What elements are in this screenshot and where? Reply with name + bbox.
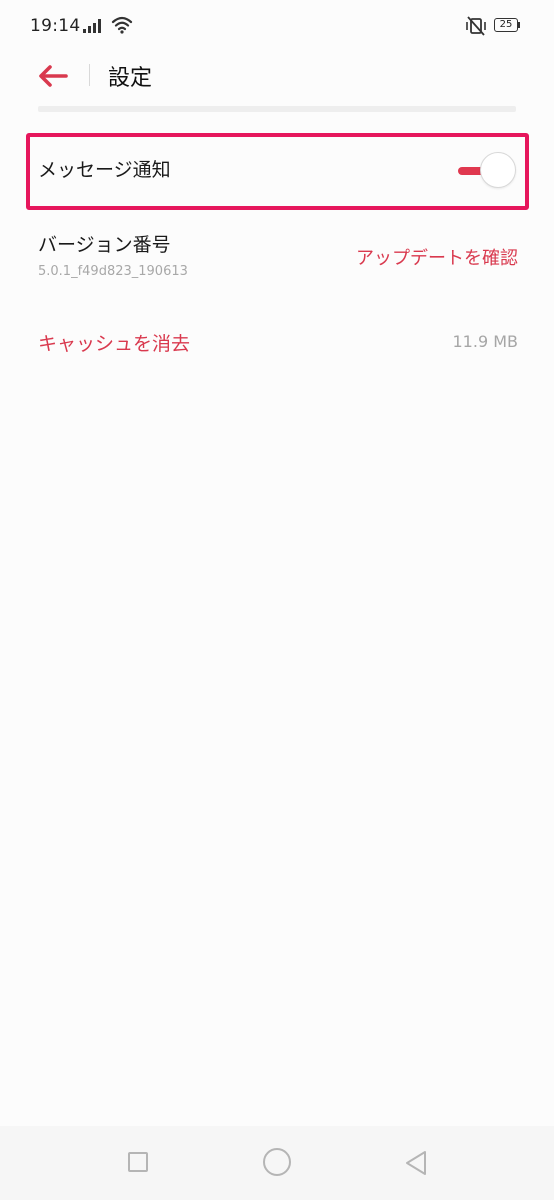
back-arrow-icon[interactable] — [36, 62, 72, 90]
home-icon[interactable] — [263, 1148, 291, 1176]
status-time: 19:14 — [30, 16, 81, 36]
clear-cache-button[interactable]: キャッシュを消去 — [38, 329, 190, 356]
version-number: 5.0.1_f49d823_190613 — [38, 264, 188, 279]
toggle-knob — [480, 152, 516, 188]
status-bar: 19:14 25 — [0, 0, 554, 52]
recent-apps-icon[interactable] — [128, 1152, 148, 1172]
system-nav-bar — [0, 1126, 554, 1200]
vibrate-off-icon — [466, 16, 486, 36]
check-update-button[interactable]: アップデートを確認 — [356, 244, 518, 270]
version-label: バージョン番号 — [38, 234, 171, 256]
back-icon[interactable] — [404, 1150, 428, 1176]
cache-setting-row: キャッシュを消去 11.9 MB — [38, 324, 518, 364]
header-divider — [89, 64, 90, 86]
notification-toggle[interactable] — [456, 151, 518, 189]
battery-level: 25 — [494, 18, 518, 32]
page-title: 設定 — [108, 66, 153, 91]
signal-icon — [83, 19, 101, 33]
cache-size: 11.9 MB — [452, 332, 519, 351]
notification-setting-row[interactable]: メッセージ通知 — [38, 140, 518, 204]
notification-label: メッセージ通知 — [38, 159, 171, 181]
wifi-icon — [111, 16, 133, 34]
battery-icon: 25 — [494, 18, 520, 34]
header-bottom-rule — [38, 106, 516, 112]
version-setting-row: バージョン番号 5.0.1_f49d823_190613 アップデートを確認 — [38, 224, 518, 294]
app-header: 設定 — [0, 52, 554, 102]
